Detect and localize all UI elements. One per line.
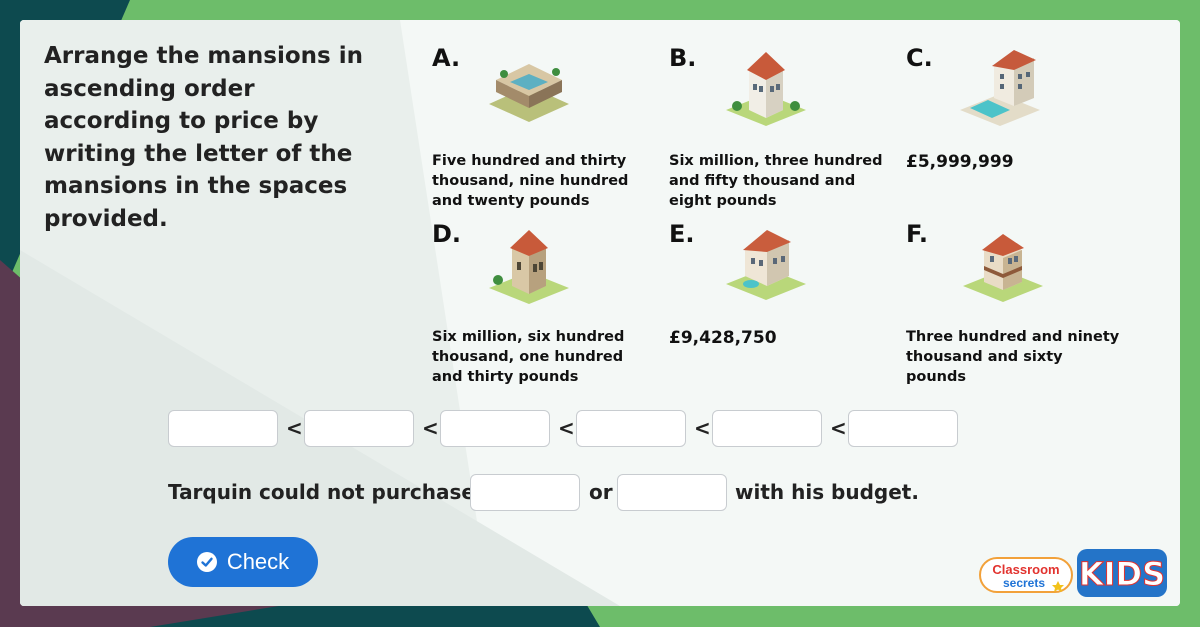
mansion-price: Three hundred and ninety thousand and si… bbox=[906, 329, 1120, 385]
unaffordable-answer-input-2[interactable] bbox=[617, 474, 727, 511]
fountain-mansion-icon bbox=[726, 230, 806, 300]
order-answer-input-1[interactable] bbox=[168, 410, 278, 447]
check-circle-icon bbox=[196, 552, 217, 572]
pool-mansion-icon bbox=[960, 50, 1040, 126]
logo-text-secrets: secrets bbox=[1003, 576, 1045, 590]
order-answer-input-4[interactable] bbox=[576, 410, 686, 447]
logo-text-classroom: Classroom bbox=[992, 562, 1059, 577]
mansion-letter: C. bbox=[906, 44, 933, 72]
less-than-sign: < bbox=[830, 416, 847, 440]
mansion-price: Six million, six hundred thousand, one h… bbox=[432, 329, 625, 385]
order-answer-input-3[interactable] bbox=[440, 410, 550, 447]
mansion-letter: B. bbox=[669, 44, 697, 72]
less-than-sign: < bbox=[558, 416, 575, 440]
terrace-mansion-icon bbox=[963, 234, 1043, 302]
mansion-b: B. Six million, three hundred and fifty … bbox=[669, 44, 889, 214]
less-than-sign: < bbox=[286, 416, 303, 440]
mansion-d: D. Six million, six hundred thousand, on… bbox=[432, 220, 652, 390]
mansion-letter: A. bbox=[432, 44, 461, 72]
order-answer-input-2[interactable] bbox=[304, 410, 414, 447]
mansion-price: Six million, three hundred and fifty tho… bbox=[669, 153, 883, 209]
white-villa-icon bbox=[726, 52, 806, 126]
mansion-price: Five hundred and thirty thousand, nine h… bbox=[432, 153, 629, 209]
mansion-price: £9,428,750 bbox=[669, 328, 777, 348]
check-button[interactable]: Check bbox=[168, 537, 318, 587]
mansion-e: E. £9,428,750 bbox=[669, 220, 889, 390]
mansion-f: F. Three hundred and ninety thousand and… bbox=[906, 220, 1126, 390]
check-button-label: Check bbox=[226, 549, 290, 574]
instructions: Arrange the mansions in ascending order … bbox=[44, 43, 363, 232]
sentence-or: or bbox=[589, 480, 613, 504]
order-answer-input-6[interactable] bbox=[848, 410, 958, 447]
order-answer-input-5[interactable] bbox=[712, 410, 822, 447]
logo-text-kids: KIDS bbox=[1079, 555, 1165, 593]
mansion-price: £5,999,999 bbox=[906, 152, 1014, 172]
mansion-letter: D. bbox=[432, 220, 462, 248]
question-card: Arrange the mansions in ascending order … bbox=[20, 20, 1180, 606]
less-than-sign: < bbox=[694, 416, 711, 440]
sentence-start: Tarquin could not purchase bbox=[168, 480, 475, 504]
mansion-letter: F. bbox=[906, 220, 928, 248]
sentence-end: with his budget. bbox=[735, 480, 919, 504]
kids-logo: KIDS bbox=[1077, 549, 1167, 597]
less-than-sign: < bbox=[422, 416, 439, 440]
mansion-c: C. £5,999,999 bbox=[906, 44, 1126, 214]
courtyard-mansion-icon bbox=[489, 64, 569, 122]
castle-mansion-icon bbox=[489, 230, 569, 304]
unaffordable-answer-input-1[interactable] bbox=[470, 474, 580, 511]
mansion-a: A. Five hundred and thirty thousand, nin… bbox=[432, 44, 652, 214]
classroom-secrets-logo: Classroom secrets bbox=[979, 557, 1073, 593]
mansion-letter: E. bbox=[669, 220, 695, 248]
